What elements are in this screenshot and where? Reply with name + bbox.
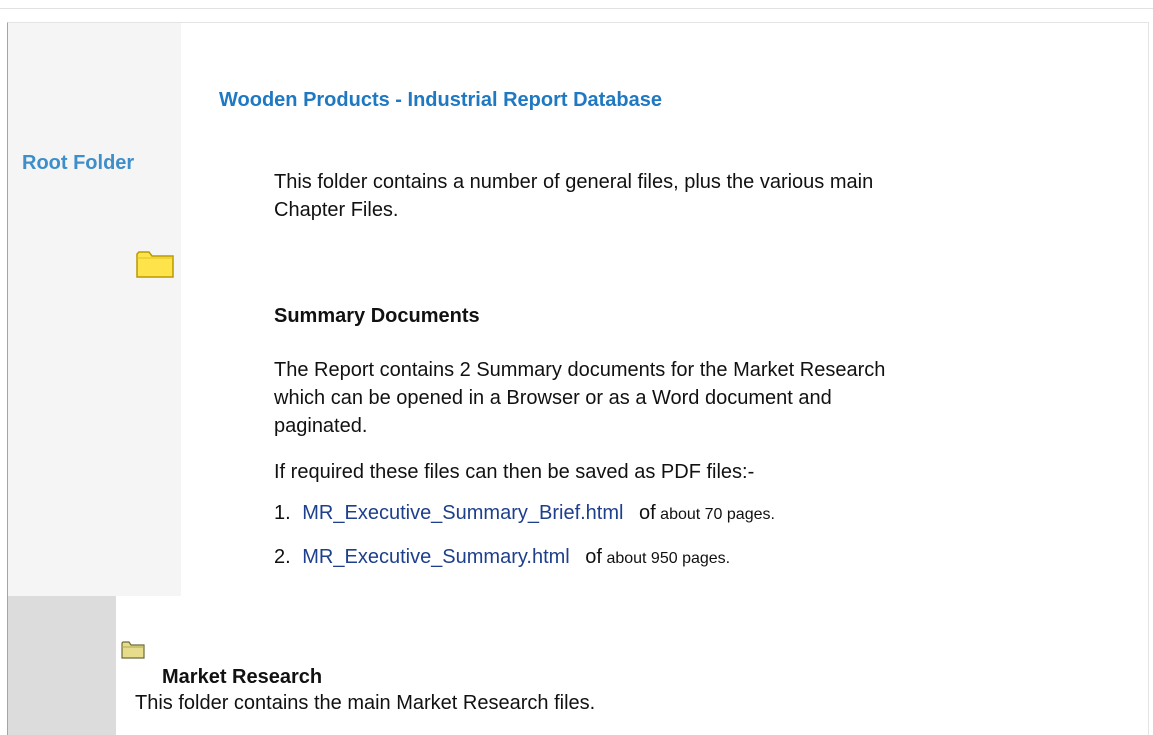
file-size-note: of about 950 pages. xyxy=(585,546,731,568)
page-count: about 950 pages. xyxy=(606,550,731,567)
page: Root Folder Wooden Products - Industrial… xyxy=(0,0,1153,735)
list-number: 2. xyxy=(274,546,291,568)
market-research-heading[interactable]: Market Research xyxy=(162,666,322,689)
of-word: of xyxy=(585,546,602,568)
file-size-note: of about 70 pages. xyxy=(639,502,775,524)
page-count: about 70 pages. xyxy=(660,506,775,523)
list-number: 1. xyxy=(274,502,291,524)
file-list-item: 2. MR_Executive_Summary.html of about 95… xyxy=(274,546,730,569)
executive-summary-link[interactable]: MR_Executive_Summary.html xyxy=(302,546,569,568)
market-research-description: This folder contains the main Market Res… xyxy=(135,692,596,714)
lower-sidebar xyxy=(8,596,116,735)
pdf-note: If required these files can then be save… xyxy=(274,461,755,483)
page-title: Wooden Products - Industrial Report Data… xyxy=(219,89,663,111)
folder-icon[interactable] xyxy=(121,640,145,660)
summary-heading: Summary Documents xyxy=(274,305,480,327)
sidebar xyxy=(8,23,181,596)
intro-text: This folder contains a number of general… xyxy=(274,171,874,221)
root-folder-label[interactable]: Root Folder xyxy=(22,152,134,175)
file-list-item: 1. MR_Executive_Summary_Brief.html of ab… xyxy=(274,502,775,525)
summary-description: The Report contains 2 Summary documents … xyxy=(274,359,886,437)
of-word: of xyxy=(639,502,656,524)
top-divider xyxy=(0,8,1153,9)
executive-summary-brief-link[interactable]: MR_Executive_Summary_Brief.html xyxy=(302,502,623,524)
folder-icon[interactable] xyxy=(136,249,174,279)
